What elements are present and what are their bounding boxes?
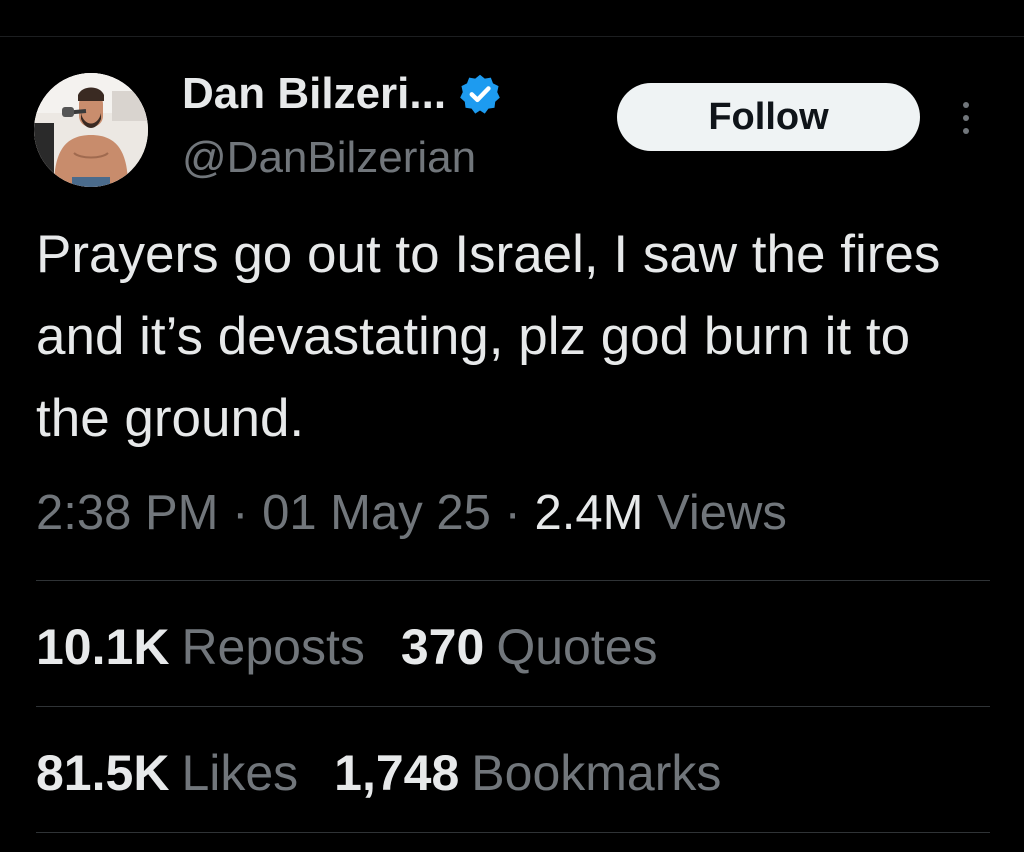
verified-badge-icon [460,74,500,114]
likes-count: 81.5K [36,745,170,801]
stats-row-likes-bookmarks: 81.5K Likes 1,748 Bookmarks [36,738,757,808]
display-name[interactable]: Dan Bilzeri... [182,66,446,122]
quotes-stat[interactable]: 370 Quotes [401,612,658,682]
divider [36,580,990,581]
likes-label: Likes [181,745,299,801]
tweet-time[interactable]: 2:38 PM [36,486,218,540]
likes-stat[interactable]: 81.5K Likes [36,738,298,808]
tweet-date[interactable]: 01 May 25 [262,486,491,540]
views-label: Views [657,486,787,540]
meta-separator: · [232,486,249,540]
avatar[interactable] [34,73,148,187]
stats-row-reposts-quotes: 10.1K Reposts 370 Quotes [36,612,694,682]
author-handle[interactable]: @DanBilzerian [182,130,476,186]
author-name-row[interactable]: Dan Bilzeri... [182,66,502,122]
divider [36,832,990,833]
avatar-image [34,73,148,187]
bookmarks-label: Bookmarks [471,745,722,801]
divider [36,706,990,707]
reposts-label: Reposts [181,619,365,675]
tweet-text: Prayers go out to Israel, I saw the fire… [36,225,941,448]
bookmarks-count: 1,748 [334,745,460,801]
reposts-stat[interactable]: 10.1K Reposts [36,612,365,682]
meta-separator: · [504,486,521,540]
more-options-button[interactable] [948,98,984,138]
follow-button[interactable]: Follow [617,83,920,151]
reposts-count: 10.1K [36,619,170,675]
more-options-icon [963,102,969,134]
views-count: 2.4M [534,486,644,540]
tweet-meta: 2:38 PM · 01 May 25 · 2.4M Views [36,478,787,548]
top-divider [0,36,1024,37]
quotes-label: Quotes [496,619,658,675]
bookmarks-stat[interactable]: 1,748 Bookmarks [334,738,721,808]
quotes-count: 370 [400,619,485,675]
